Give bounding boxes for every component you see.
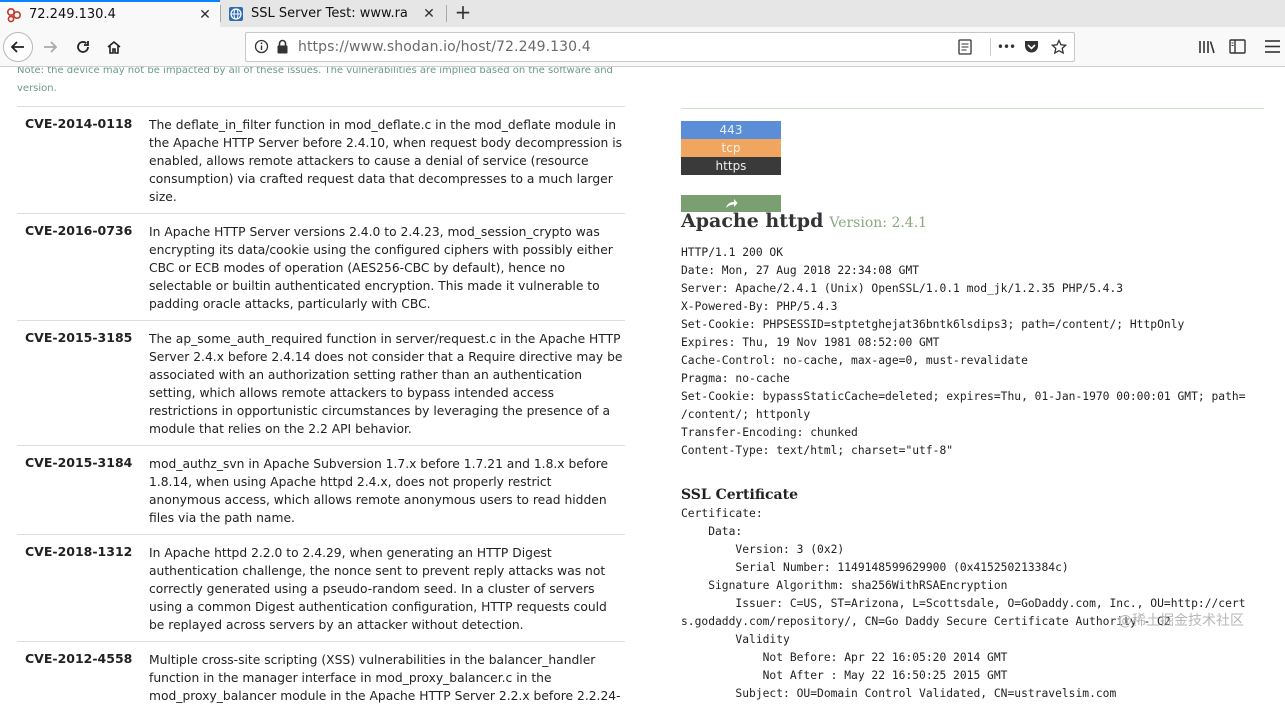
ssl-certificate-details: Certificate: Data: Version: 3 (0x2) Seri… <box>681 507 1246 700</box>
watermark: @稀土掘金技术社区 <box>1118 613 1244 629</box>
shodan-icon <box>6 7 22 23</box>
reader-view-icon[interactable] <box>956 38 974 56</box>
tab-ssl-server-test[interactable]: SSL Server Test: www.ra ✕ <box>222 0 444 27</box>
url-scheme-host: https://www.shodan.io <box>298 39 456 55</box>
close-tab-icon[interactable]: ✕ <box>196 7 214 23</box>
product-name: Apache httpd <box>681 210 824 232</box>
reload-icon <box>77 41 89 53</box>
cve-id[interactable]: CVE-2015-3184 <box>17 446 149 534</box>
close-tab-icon[interactable]: ✕ <box>420 6 438 22</box>
table-row: CVE-2016-0736 In Apache HTTP Server vers… <box>17 214 625 321</box>
arrow-left-icon <box>10 41 24 53</box>
tab-divider <box>446 5 447 22</box>
page-actions-menu-icon[interactable]: ••• <box>996 38 1016 56</box>
cve-id[interactable]: CVE-2014-0118 <box>17 107 149 213</box>
home-button[interactable] <box>101 35 127 59</box>
tab-title: SSL Server Test: www.ra <box>251 6 408 21</box>
cve-description: The deflate_in_filter function in mod_de… <box>149 118 623 204</box>
library-icon[interactable] <box>1198 39 1216 59</box>
lock-icon <box>276 39 289 58</box>
table-row: CVE-2015-3185 The ap_some_auth_required … <box>17 321 625 446</box>
forward-button[interactable] <box>37 35 63 59</box>
cve-description: In Apache httpd 2.2.0 to 2.4.29, when ge… <box>149 546 607 632</box>
tab-shodan-host[interactable]: 72.249.130.4 ✕ <box>0 0 220 27</box>
ssl-globe-icon <box>228 6 244 22</box>
cve-id[interactable]: CVE-2015-3185 <box>17 321 149 445</box>
page-content: Note: the device may not be impacted by … <box>0 67 1285 704</box>
vulnerability-note: Note: the device may not be impacted by … <box>17 67 613 94</box>
cve-id[interactable]: CVE-2012-4558 <box>17 642 149 704</box>
url-text[interactable]: https://www.shodan.io/host/72.249.130.4 <box>298 39 591 55</box>
sidebar-toggle-icon[interactable] <box>1229 39 1246 58</box>
product-version: Version: 2.4.1 <box>829 215 928 231</box>
ssl-certificate-heading: SSL Certificate <box>681 487 798 503</box>
cve-description: In Apache HTTP Server versions 2.4.0 to … <box>149 225 613 311</box>
back-button[interactable] <box>3 32 33 62</box>
reload-button[interactable] <box>70 35 96 59</box>
pocket-icon[interactable] <box>1022 38 1040 56</box>
tab-strip: 72.249.130.4 ✕ SSL Server Test: www.ra ✕… <box>0 0 1285 27</box>
table-row: CVE-2014-0118 The deflate_in_filter func… <box>17 107 625 214</box>
hamburger-menu-icon[interactable] <box>1264 39 1281 58</box>
port-badge: 443 <box>681 121 781 139</box>
table-row: CVE-2018-1312 In Apache httpd 2.2.0 to 2… <box>17 535 625 642</box>
tab-title: 72.249.130.4 <box>29 7 116 22</box>
bookmark-star-icon[interactable] <box>1050 38 1068 56</box>
urlbar-divider <box>988 38 992 56</box>
protocol-badge: tcp <box>681 139 781 157</box>
vulnerability-table: CVE-2014-0118 The deflate_in_filter func… <box>17 106 625 704</box>
http-banner: HTTP/1.1 200 OK Date: Mon, 27 Aug 2018 2… <box>681 246 1246 457</box>
cve-description: Multiple cross-site scripting (XSS) vuln… <box>149 653 621 703</box>
new-tab-button[interactable]: + <box>450 0 476 27</box>
navigation-toolbar: https://www.shodan.io/host/72.249.130.4 … <box>0 27 1285 67</box>
service-badge: https <box>681 157 781 175</box>
cve-id[interactable]: CVE-2018-1312 <box>17 535 149 641</box>
section-divider <box>681 108 1264 109</box>
table-row: CVE-2015-3184 mod_authz_svn in Apache Su… <box>17 446 625 535</box>
tab-divider <box>220 5 221 22</box>
url-bar[interactable]: https://www.shodan.io/host/72.249.130.4 … <box>245 32 1075 62</box>
site-info-icon[interactable] <box>254 39 269 58</box>
url-path: /host/72.249.130.4 <box>455 39 591 55</box>
home-icon <box>107 40 121 54</box>
cve-id[interactable]: CVE-2016-0736 <box>17 214 149 320</box>
product-title: Apache httpd Version: 2.4.1 <box>681 210 927 232</box>
table-row: CVE-2012-4558 Multiple cross-site script… <box>17 642 625 704</box>
share-arrow-icon <box>725 199 737 208</box>
cve-description: mod_authz_svn in Apache Subversion 1.7.x… <box>149 457 609 525</box>
cve-description: The ap_some_auth_required function in se… <box>149 332 623 436</box>
arrow-right-icon <box>44 41 58 53</box>
